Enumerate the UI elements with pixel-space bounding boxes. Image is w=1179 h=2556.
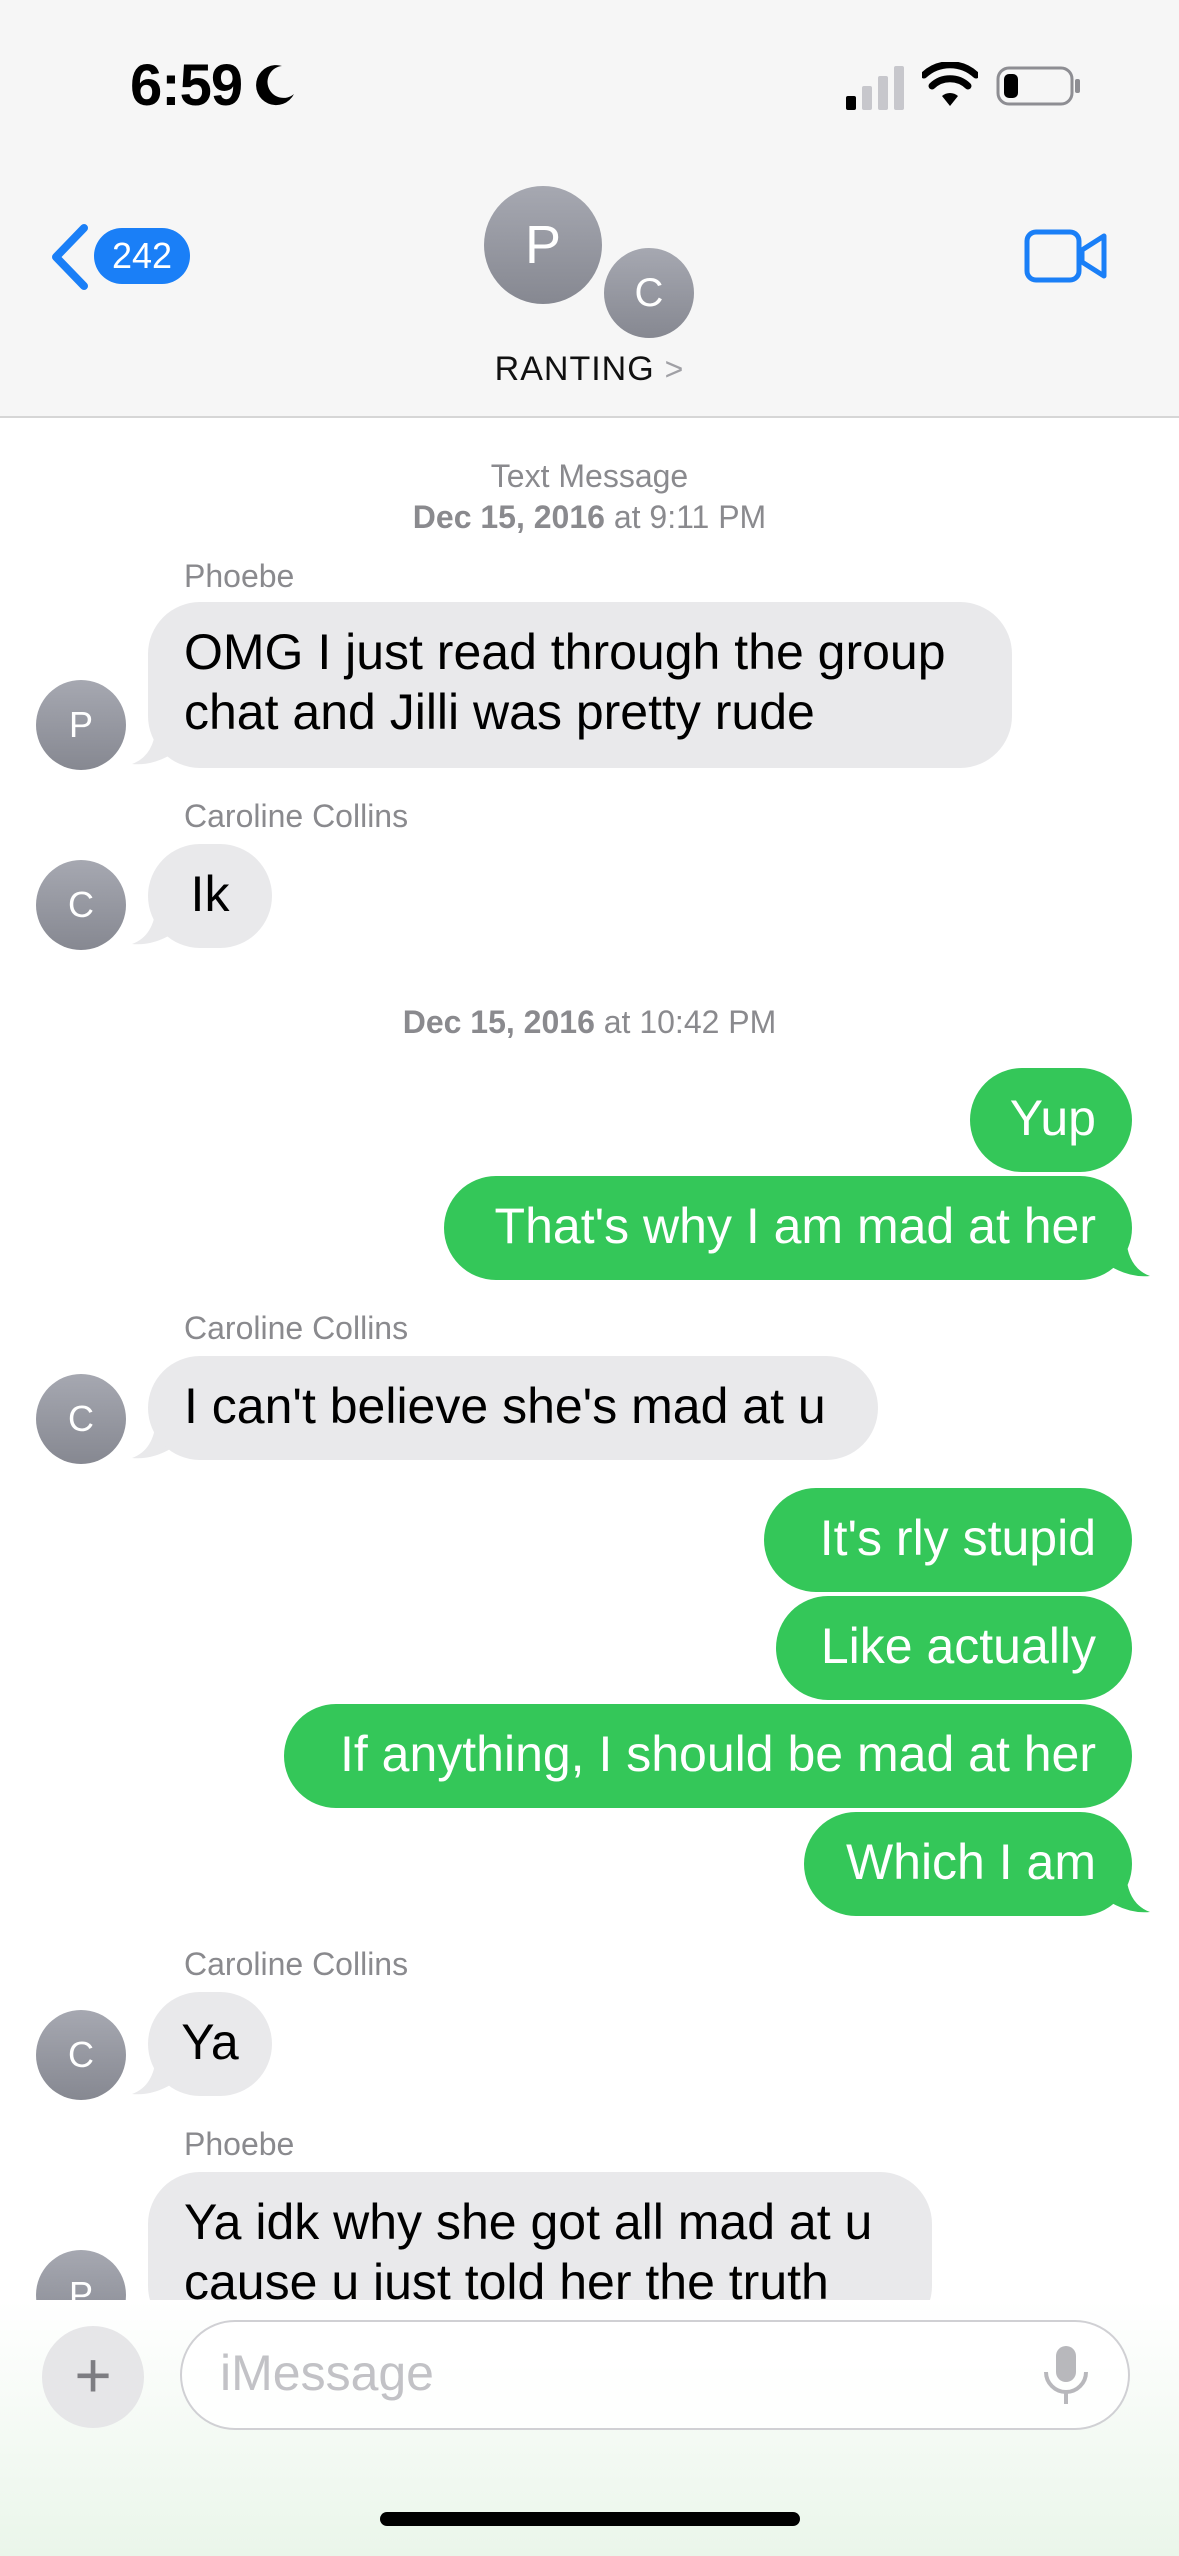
message-text-line: OMG I just read through the group [184,624,946,680]
message-bubble-sent[interactable]: That's why I am mad at her [444,1176,1132,1280]
imessage-placeholder: iMessage [220,2345,434,2401]
sender-name: Caroline Collins [184,1946,409,1982]
message-bubble-sent[interactable]: Yup [970,1068,1132,1172]
battery-icon [996,66,1080,106]
group-name-button[interactable]: RANTING > [0,350,1179,389]
plus-button[interactable]: + [42,2326,144,2428]
message-bubble-sent[interactable]: Which I am [804,1812,1132,1916]
imessage-input[interactable]: iMessage [180,2320,1130,2430]
timestamp-date: Dec 15, 2016 [402,1004,595,1040]
back-chevron-icon[interactable] [46,222,92,292]
unread-count-badge[interactable]: 242 [94,228,190,284]
message-bubble-received[interactable]: Ya [148,1992,272,2096]
message-bubble-received[interactable]: I can't believe she's mad at u [148,1356,878,1460]
timestamp-date: Dec 15, 2016 [412,499,605,535]
message-text-line: chat and Jilli was pretty rude [184,684,815,740]
timestamp-service: Text Message [490,458,689,494]
facetime-video-icon[interactable] [1024,226,1108,286]
avatar-caroline[interactable]: C [36,1374,126,1464]
avatar-caroline[interactable]: C [36,860,126,950]
timestamp-time: at 9:11 PM [613,499,767,535]
status-time: 6:59 [130,53,243,118]
avatar-caroline[interactable]: C [36,2010,126,2100]
message-bubble-sent[interactable]: It's rly stupid [764,1488,1132,1592]
moon-icon [256,65,294,106]
home-indicator[interactable] [380,2512,800,2526]
sender-name: Caroline Collins [184,798,409,834]
message-bubble-received[interactable]: Ik [148,844,272,948]
message-bubble-received[interactable]: OMG I just read through the group chat a… [148,602,1012,768]
avatar-phoebe[interactable]: P [36,680,126,770]
timestamp: Text Message Dec 15, 2016 at 9:11 PM [0,458,1179,536]
group-name: RANTING [494,350,655,388]
timestamp: Dec 15, 2016 at 10:42 PM [0,1004,1179,1041]
group-avatar-caroline[interactable]: C [600,244,698,342]
microphone-icon[interactable] [1040,2344,1092,2408]
message-bubble-sent[interactable]: Like actually [776,1596,1132,1700]
message-text-line: Ya idk why she got all mad at u [184,2194,873,2250]
signal-icon [846,66,904,110]
chevron-right-icon: > [664,351,685,387]
message-bubble-sent[interactable]: If anything, I should be mad at her [284,1704,1132,1808]
timestamp-time: at 10:42 PM [603,1004,777,1040]
sender-name: Phoebe [184,558,295,594]
sender-name: Phoebe [184,2126,295,2162]
group-avatar-phoebe[interactable]: P [484,186,602,304]
sender-name: Caroline Collins [184,1310,409,1346]
wifi-icon [922,62,978,106]
conversation-header: 6:59 242 P C RANTING > [0,0,1179,418]
